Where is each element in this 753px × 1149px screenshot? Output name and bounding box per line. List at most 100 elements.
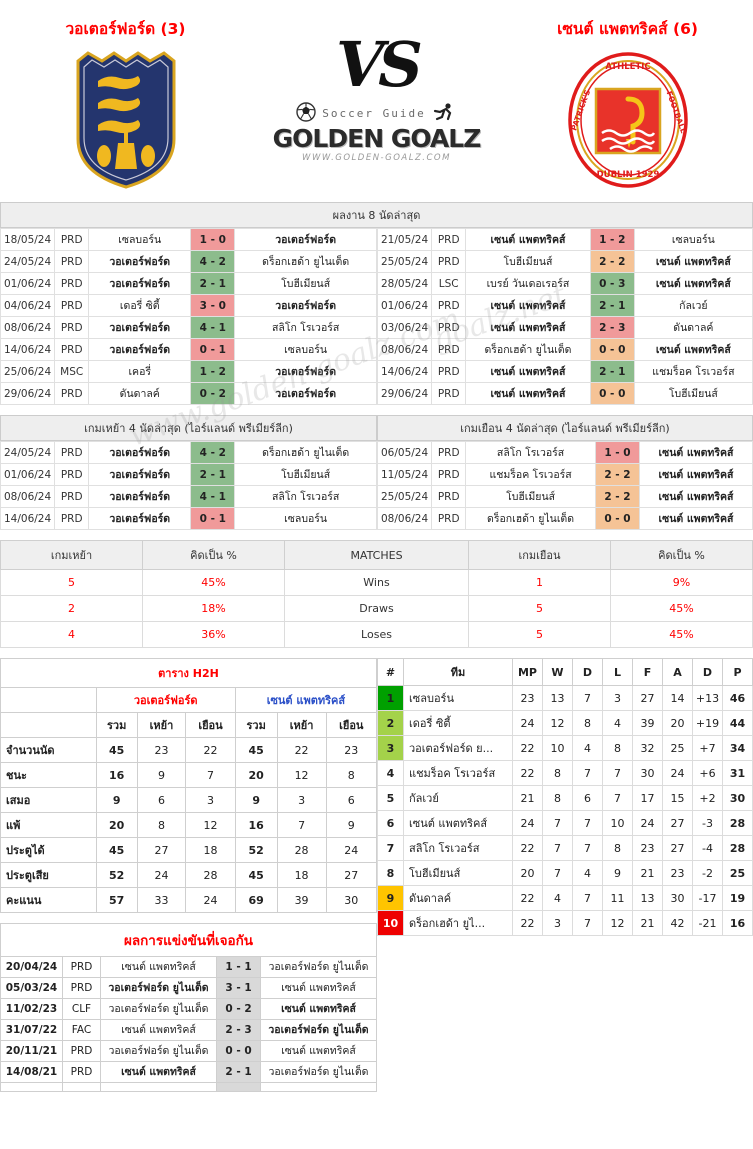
stats-away-percent: 9% — [610, 569, 753, 596]
match-row[interactable]: 18/05/24 PRD เซลบอร์น 1 - 0 วอเตอร์ฟอร์ด — [0, 228, 377, 251]
last4-away-table: 06/05/24 PRD สลิโก โรเวอร์ส 1 - 0 เซนต์ แพตท… — [376, 441, 753, 530]
standings-d: 7 — [572, 885, 603, 911]
standings-mp: 22 — [512, 885, 543, 911]
h2h-result-home-team: เซนต์ แพตทริคส์ — [100, 1061, 217, 1084]
standings-d: 4 — [572, 735, 603, 761]
match-row[interactable]: 01/06/24 PRD วอเตอร์ฟอร์ด 2 - 1 โบฮีเมียนส์ — [0, 272, 377, 295]
standings-position: 6 — [377, 810, 404, 836]
match-competition: PRD — [54, 507, 90, 530]
standings-f: 32 — [632, 735, 663, 761]
h2h-b-total: 45 — [234, 737, 278, 763]
match-home-team: เบรย์ วันเดอเรอร์ส — [465, 272, 591, 295]
match-row[interactable]: 11/05/24 PRD แชมร็อค โรเวอร์ส 2 - 2 เซนต์ แพ… — [376, 463, 753, 486]
standings-f: 17 — [632, 785, 663, 811]
match-date: 18/05/24 — [0, 228, 56, 251]
match-row[interactable]: 28/05/24 LSC เบรย์ วันเดอเรอร์ส 0 - 3 เซนต์ … — [376, 272, 753, 295]
match-row[interactable]: 14/06/24 PRD เซนต์ แพตทริคส์ 2 - 1 แชมร็อค โ… — [376, 360, 753, 383]
h2h-result-row[interactable]: 31/07/22 FAC เซนต์ แพตทริคส์ 2 - 3 วอเตอร์ฟอ… — [0, 1019, 377, 1042]
match-home-team: วอเตอร์ฟอร์ด — [88, 316, 192, 339]
svg-text:DUBLIN 1929: DUBLIN 1929 — [596, 170, 659, 180]
h2h-b-away: 6 — [325, 787, 378, 813]
standings-team-name: สลิโก โรเวอร์ส — [403, 835, 513, 861]
h2h-row: ประตูได้ 45 27 18 52 28 24 — [0, 837, 378, 863]
match-row[interactable]: 25/05/24 PRD โบฮีเมียนส์ 2 - 2 เซนต์ แพตทริค… — [376, 250, 753, 273]
match-row[interactable]: 25/06/24 MSC เคอรี่ 1 - 2 วอเตอร์ฟอร์ด — [0, 360, 377, 383]
last4-home-col: เกมเหย้า 4 นัดล่าสุด (ไอร์แลนด์ พรีเมียร… — [0, 415, 377, 530]
last8-away-col: 21/05/24 PRD เซนต์ แพตทริคส์ 1 - 2 เซลบอร์น 2… — [376, 228, 753, 405]
match-row[interactable]: 14/06/24 PRD วอเตอร์ฟอร์ด 0 - 1 เซลบอร์น — [0, 338, 377, 361]
standings-gd: +2 — [692, 785, 723, 811]
standings-points: 46 — [722, 685, 753, 711]
standings-row[interactable]: 5 กัลเวย์ 21 8 6 7 17 15 +2 30 — [377, 785, 753, 811]
h2h-b-total: 45 — [234, 862, 278, 888]
match-home-team: เซลบอร์น — [88, 228, 192, 251]
standings-row[interactable]: 3 วอเตอร์ฟอร์ด ย... 22 10 4 8 32 25 +7 34 — [377, 735, 753, 761]
match-row[interactable]: 25/05/24 PRD โบฮีเมียนส์ 2 - 2 เซนต์ แพตทริค… — [376, 485, 753, 508]
standings-row[interactable]: 7 สลิโก โรเวอร์ส 22 7 7 8 23 27 -4 28 — [377, 835, 753, 861]
h2h-row: แพ้ 20 8 12 16 7 9 — [0, 812, 378, 838]
h2h-b-total: 52 — [234, 837, 278, 863]
h2h-a-away: 12 — [185, 812, 236, 838]
h2h-result-row[interactable]: 14/08/21 PRD เซนต์ แพตทริคส์ 2 - 1 วอเตอร์ฟอ… — [0, 1061, 377, 1084]
match-home-team: โบฮีเมียนส์ — [465, 485, 596, 508]
match-row[interactable]: 29/06/24 PRD ดันดาลค์ 0 - 2 วอเตอร์ฟอร์ด — [0, 382, 377, 405]
standings-w: 8 — [542, 760, 573, 786]
standings-points: 25 — [722, 860, 753, 886]
standings-row[interactable]: 9 ดันดาลค์ 22 4 7 11 13 30 -17 19 — [377, 885, 753, 911]
standings-w: 7 — [542, 810, 573, 836]
h2h-result-row[interactable]: 20/11/21 PRD วอเตอร์ฟอร์ด ยูไนเต็ด 0 - 0 เซน… — [0, 1040, 377, 1063]
standings-d: 7 — [572, 685, 603, 711]
h2h-result-row[interactable]: 20/04/24 PRD เซนต์ แพตทริคส์ 1 - 1 วอเตอร์ฟอ… — [0, 955, 377, 979]
page-header: วอเตอร์ฟอร์ด (3) VS Soccer Guide GOLDEN … — [0, 0, 753, 202]
standings-a: 25 — [662, 735, 693, 761]
match-away-team: กัลเวย์ — [633, 294, 753, 317]
match-row[interactable]: 08/06/24 PRD วอเตอร์ฟอร์ด 4 - 1 สลิโก โรเวอร… — [0, 485, 377, 508]
h2h-result-score: 0 - 2 — [216, 998, 261, 1021]
match-competition: PRD — [54, 463, 90, 486]
standings-row[interactable]: 8 โบฮีเมียนส์ 20 7 4 9 21 23 -2 25 — [377, 860, 753, 886]
match-row[interactable]: 03/06/24 PRD เซนต์ แพตทริคส์ 2 - 3 ดันดาลค์ — [376, 316, 753, 339]
match-row[interactable]: 01/06/24 PRD เซนต์ แพตทริคส์ 2 - 1 กัลเวย์ — [376, 294, 753, 317]
h2h-subheader-2: เยือน — [185, 712, 236, 738]
h2h-result-row[interactable]: 11/02/23 CLF วอเตอร์ฟอร์ด ยูไนเต็ด 0 - 2 เซน… — [0, 998, 377, 1021]
standings-position: 8 — [377, 860, 404, 886]
standings-row[interactable]: 6 เซนต์ แพตทริคส์ 24 7 7 10 24 27 -3 28 — [377, 810, 753, 836]
h2h-result-empty-away — [260, 1082, 377, 1093]
stats-home-value: 4 — [0, 621, 143, 648]
match-row[interactable]: 04/06/24 PRD เดอรี่ ซิตี้ 3 - 0 วอเตอร์ฟอร์ด — [0, 294, 377, 317]
match-row[interactable]: 14/06/24 PRD วอเตอร์ฟอร์ด 0 - 1 เซลบอร์น — [0, 507, 377, 530]
match-row[interactable]: 21/05/24 PRD เซนต์ แพตทริคส์ 1 - 2 เซลบอร์น — [376, 228, 753, 251]
h2h-table: ตาราง H2H วอเตอร์ฟอร์ด เซนต์ แพตทริคส์ ร… — [0, 658, 378, 913]
standings-row[interactable]: 2 เดอรี่ ซิตี้ 24 12 8 4 39 20 +19 44 — [377, 710, 753, 736]
match-date: 14/06/24 — [0, 507, 56, 530]
match-away-team: แชมร็อค โรเวอร์ส — [633, 360, 753, 383]
match-row[interactable]: 24/05/24 PRD วอเตอร์ฟอร์ด 4 - 2 ดร็อกเฮด้า ย… — [0, 441, 377, 464]
match-row[interactable]: 08/06/24 PRD ดร็อกเฮด้า ยูไนเต็ด 0 - 0 เซนต์… — [376, 507, 753, 530]
match-row[interactable]: 08/06/24 PRD วอเตอร์ฟอร์ด 4 - 1 สลิโก โรเวอร… — [0, 316, 377, 339]
match-row[interactable]: 06/05/24 PRD สลิโก โรเวอร์ส 1 - 0 เซนต์ แพตท… — [376, 441, 753, 464]
standings-row[interactable]: 4 แชมร็อค โรเวอร์ส 22 8 7 7 30 24 +6 31 — [377, 760, 753, 786]
h2h-a-home: 33 — [136, 887, 187, 913]
match-home-team: เซนต์ แพตทริคส์ — [465, 228, 591, 251]
standings-row[interactable]: 10 ดร็อกเฮด้า ยูไ... 22 3 7 12 21 42 -21 16 — [377, 910, 753, 936]
h2h-row-label: คะแนน — [0, 887, 97, 913]
standings-row[interactable]: 1 เซลบอร์น 23 13 7 3 27 14 +13 46 — [377, 685, 753, 711]
match-row[interactable]: 29/06/24 PRD เซนต์ แพตทริคส์ 0 - 0 โบฮีเมียน… — [376, 382, 753, 405]
match-row[interactable]: 08/06/24 PRD ดร็อกเฮด้า ยูไนเต็ด 0 - 0 เซนต์… — [376, 338, 753, 361]
match-preview-page: วอเตอร์ฟอร์ด (3) VS Soccer Guide GOLDEN … — [0, 0, 753, 1093]
match-competition: PRD — [54, 316, 90, 339]
match-row[interactable]: 24/05/24 PRD วอเตอร์ฟอร์ด 4 - 2 ดร็อกเฮด้า ย… — [0, 250, 377, 273]
match-score: 2 - 2 — [594, 485, 640, 508]
match-competition: PRD — [431, 441, 467, 464]
h2h-result-date: 20/11/21 — [0, 1040, 63, 1063]
h2h-row: ชนะ 16 9 7 20 12 8 — [0, 762, 378, 788]
h2h-b-home: 3 — [276, 787, 327, 813]
h2h-a-away: 24 — [185, 887, 236, 913]
h2h-a-total: 16 — [95, 762, 138, 788]
match-row[interactable]: 01/06/24 PRD วอเตอร์ฟอร์ด 2 - 1 โบฮีเมียนส์ — [0, 463, 377, 486]
h2h-result-row[interactable]: 05/03/24 PRD วอเตอร์ฟอร์ด ยูไนเต็ด 3 - 1 เซน… — [0, 977, 377, 1000]
standings-mp: 22 — [512, 760, 543, 786]
match-score: 1 - 2 — [589, 228, 635, 251]
h2h-subheader-row: รวม เหย้า เยือน รวม เหย้า เยือน — [0, 712, 378, 738]
last4-away-title: เกมเยือน 4 นัดล่าสุด (ไอร์แลนด์ พรีเมียร… — [377, 415, 753, 441]
